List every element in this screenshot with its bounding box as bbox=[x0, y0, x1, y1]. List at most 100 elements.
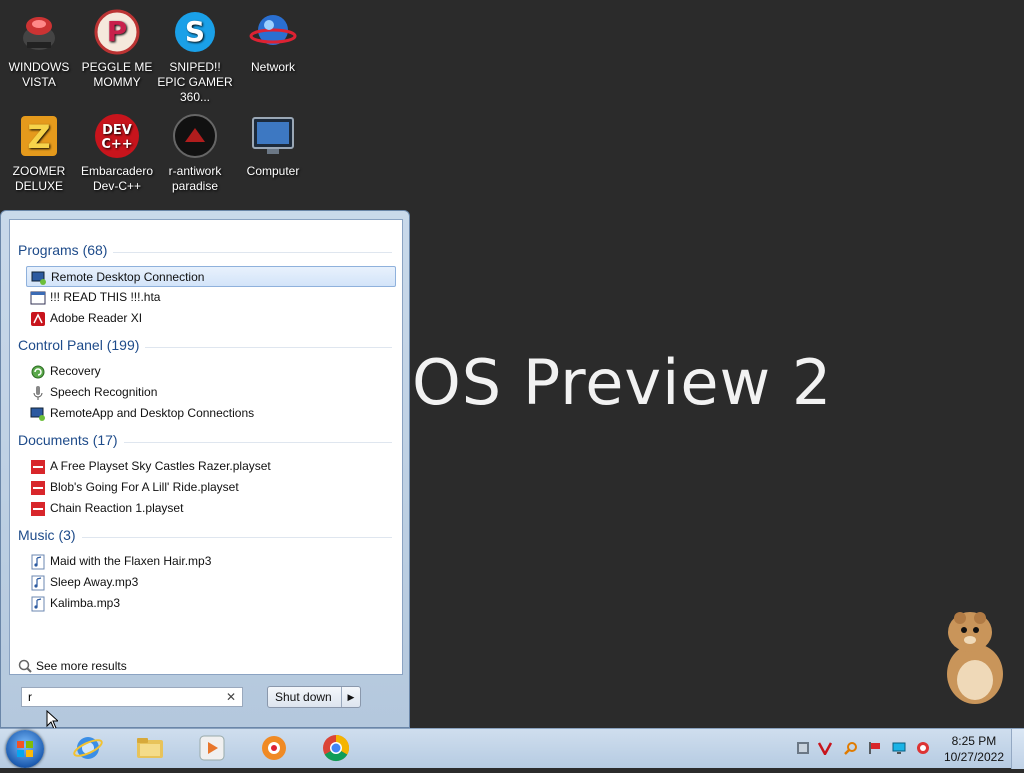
system-clock[interactable]: 8:25 PM 10/27/2022 bbox=[944, 733, 1004, 765]
result-label: Maid with the Flaxen Hair.mp3 bbox=[50, 554, 212, 568]
result-label: Recovery bbox=[50, 364, 101, 378]
desktop-icon-network[interactable]: Network bbox=[234, 8, 312, 75]
dev-cpp-icon: DEV C++ bbox=[95, 114, 139, 158]
svg-text:P: P bbox=[107, 15, 128, 48]
desktop-icon-label: WINDOWS VISTA bbox=[8, 60, 70, 89]
tray-volume-icon[interactable] bbox=[916, 741, 930, 755]
tray-antivirus-icon[interactable] bbox=[818, 741, 832, 755]
tray-flag-icon[interactable] bbox=[868, 741, 882, 755]
shutdown-options-arrow-icon[interactable]: ▶ bbox=[341, 687, 360, 707]
desktop-icon-label: SNIPED!! EPIC GAMER 360... bbox=[157, 60, 233, 104]
svg-text:Z: Z bbox=[27, 118, 50, 156]
result-playset-chain-reaction[interactable]: Chain Reaction 1.playset bbox=[26, 498, 396, 519]
group-header-label: Control Panel (199) bbox=[18, 337, 146, 353]
start-menu: Programs (68) Remote Desktop Connection … bbox=[0, 210, 410, 728]
mouse-cursor-icon bbox=[46, 710, 58, 730]
result-adobe-reader[interactable]: Adobe Reader XI bbox=[26, 308, 396, 329]
result-label: Kalimba.mp3 bbox=[50, 596, 121, 610]
result-label: Blob's Going For A Lill' Ride.playset bbox=[50, 480, 239, 494]
result-recovery[interactable]: Recovery bbox=[26, 361, 396, 382]
hamster-image bbox=[947, 612, 1003, 704]
see-more-results-link[interactable]: See more results bbox=[18, 658, 127, 674]
desktop-icon-antiwork[interactable]: r-antiwork paradise bbox=[156, 112, 234, 194]
antiwork-icon bbox=[173, 114, 217, 158]
desktop-icon-peggle[interactable]: P PEGGLE ME MOMMY bbox=[78, 8, 156, 90]
desktop-icon-windows-vista[interactable]: WINDOWS VISTA bbox=[0, 8, 78, 90]
result-label: Remote Desktop Connection bbox=[51, 270, 205, 284]
result-speech-recognition[interactable]: Speech Recognition bbox=[26, 382, 396, 403]
playset-icon bbox=[31, 502, 45, 516]
group-header-programs[interactable]: Programs (68) bbox=[18, 242, 392, 262]
result-label: Sleep Away.mp3 bbox=[50, 575, 139, 589]
result-label: Adobe Reader XI bbox=[50, 311, 143, 325]
music-note-icon bbox=[31, 554, 45, 570]
clear-search-icon[interactable]: ✕ bbox=[226, 688, 236, 706]
remote-desktop-icon bbox=[31, 271, 46, 285]
hta-window-icon bbox=[30, 291, 46, 305]
tray-monitor-icon[interactable] bbox=[892, 741, 906, 755]
result-label: Speech Recognition bbox=[50, 385, 158, 399]
clock-date: 10/27/2022 bbox=[943, 750, 1004, 764]
desktop-icon-label: Computer bbox=[246, 164, 300, 178]
desktop-icon-zoomer-deluxe[interactable]: Z ZOOMER DELUXE bbox=[0, 112, 78, 194]
svg-text:DEV: DEV bbox=[102, 123, 132, 138]
svg-text:S: S bbox=[185, 15, 205, 48]
desktop-icon-computer[interactable]: Computer bbox=[234, 112, 312, 179]
show-desktop-button[interactable] bbox=[1011, 729, 1024, 769]
result-remote-desktop-connection[interactable]: Remote Desktop Connection bbox=[26, 266, 396, 287]
skype-icon: S bbox=[175, 12, 215, 52]
result-label: Chain Reaction 1.playset bbox=[50, 501, 184, 515]
wallpaper-text: OS Preview 2 bbox=[412, 346, 833, 419]
shutdown-button[interactable]: Shut down ▶ bbox=[267, 686, 361, 708]
music-note-icon bbox=[31, 575, 45, 591]
result-label: A Free Playset Sky Castles Razer.playset bbox=[50, 459, 271, 473]
result-playset-blob[interactable]: Blob's Going For A Lill' Ride.playset bbox=[26, 477, 396, 498]
result-sleep-away[interactable]: Sleep Away.mp3 bbox=[26, 572, 396, 593]
taskbar: 8:25 PM 10/27/2022 bbox=[0, 728, 1024, 769]
desktop-icon-label: PEGGLE ME MOMMY bbox=[81, 60, 153, 89]
group-header-music[interactable]: Music (3) bbox=[18, 527, 392, 547]
tray-network-icon[interactable] bbox=[796, 741, 810, 755]
result-remoteapp-connections[interactable]: RemoteApp and Desktop Connections bbox=[26, 403, 396, 424]
start-search-results: Programs (68) Remote Desktop Connection … bbox=[9, 219, 403, 675]
desktop-icon-sniped[interactable]: S SNIPED!! EPIC GAMER 360... bbox=[156, 8, 234, 105]
remoteapp-icon bbox=[30, 407, 45, 421]
desktop-icon-label: Embarcadero Dev-C++ bbox=[80, 164, 154, 193]
group-header-label: Documents (17) bbox=[18, 432, 124, 448]
group-header-control-panel[interactable]: Control Panel (199) bbox=[18, 337, 392, 357]
group-header-label: Programs (68) bbox=[18, 242, 114, 258]
media-player-icon[interactable] bbox=[196, 732, 228, 764]
network-globe-icon bbox=[249, 15, 297, 45]
group-header-label: Music (3) bbox=[18, 527, 82, 543]
search-input-value: r bbox=[28, 690, 32, 704]
peggle-icon: P bbox=[94, 9, 140, 55]
adobe-reader-icon bbox=[31, 312, 45, 326]
desktop-icon-dev-cpp[interactable]: DEV C++ Embarcadero Dev-C++ bbox=[78, 112, 156, 194]
shutdown-label: Shut down bbox=[275, 690, 332, 704]
tray-search-icon[interactable] bbox=[844, 741, 858, 755]
see-more-label: See more results bbox=[36, 659, 127, 673]
windows-explorer-icon[interactable] bbox=[134, 732, 166, 764]
desktop-icon-label: ZOOMER DELUXE bbox=[12, 164, 66, 193]
result-label: RemoteApp and Desktop Connections bbox=[50, 406, 255, 420]
computer-monitor-icon bbox=[252, 117, 294, 154]
group-header-documents[interactable]: Documents (17) bbox=[18, 432, 392, 452]
chrome-icon[interactable] bbox=[320, 732, 352, 764]
start-search-input[interactable]: r ✕ bbox=[21, 687, 243, 707]
recovery-icon bbox=[31, 365, 45, 379]
playset-icon bbox=[31, 481, 45, 495]
result-kalimba[interactable]: Kalimba.mp3 bbox=[26, 593, 396, 614]
result-maid-flaxen-hair[interactable]: Maid with the Flaxen Hair.mp3 bbox=[26, 551, 396, 572]
vista-orb-icon bbox=[23, 17, 55, 50]
svg-text:C++: C++ bbox=[101, 137, 132, 152]
music-note-icon bbox=[31, 596, 45, 612]
microphone-icon bbox=[33, 386, 43, 400]
start-button[interactable] bbox=[6, 730, 44, 768]
result-read-this-hta[interactable]: !!! READ THIS !!!.hta bbox=[26, 287, 396, 308]
windows-logo-icon bbox=[17, 741, 33, 757]
clock-time: 8:25 PM bbox=[951, 734, 997, 748]
playset-icon bbox=[31, 460, 45, 474]
result-playset-sky-castles[interactable]: A Free Playset Sky Castles Razer.playset bbox=[26, 456, 396, 477]
app-swirl-icon[interactable] bbox=[258, 732, 290, 764]
internet-explorer-icon[interactable] bbox=[72, 732, 104, 764]
